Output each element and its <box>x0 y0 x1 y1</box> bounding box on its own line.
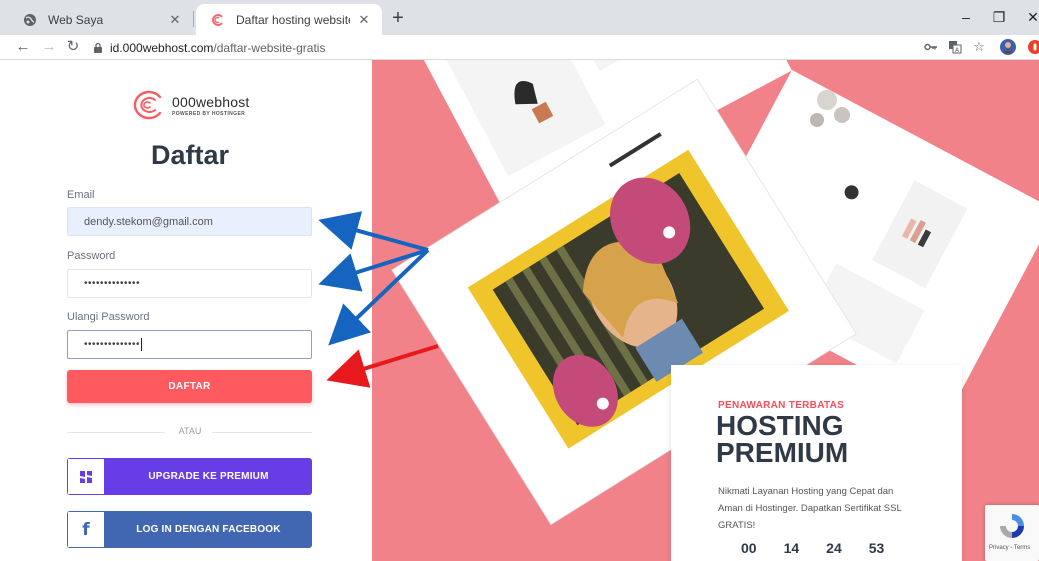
000webhost-favicon-icon <box>210 12 226 28</box>
reload-button[interactable]: ↻ <box>64 37 82 57</box>
tab-title: Web Saya <box>48 12 104 27</box>
password-value: •••••••••••••• <box>84 278 141 289</box>
repeat-password-value: •••••••••••••• <box>84 339 141 350</box>
tab-strip: Web Saya ✕ Daftar hosting website gratis… <box>0 0 1039 35</box>
close-window-icon[interactable]: ✕ <box>1024 9 1039 26</box>
divider-line-left <box>67 432 165 433</box>
minimize-icon[interactable]: – <box>957 9 975 25</box>
recaptcha-badge[interactable]: Privacy - Terms <box>985 505 1039 561</box>
forward-button[interactable]: → <box>40 37 58 57</box>
email-label: Email <box>67 189 95 201</box>
tab-separator <box>193 11 194 27</box>
countdown-timer: 00 14 24 53 <box>741 540 884 556</box>
lock-icon <box>92 42 104 54</box>
countdown-minutes: 24 <box>826 540 842 556</box>
url-host: id.000webhost.com <box>110 40 214 55</box>
brand-logo[interactable]: 000webhost POWERED BY HOSTINGER <box>130 90 250 120</box>
restore-icon[interactable]: ❐ <box>990 9 1008 26</box>
facebook-login-button[interactable]: f LOG IN DENGAN FACEBOOK <box>67 511 312 548</box>
tab-title: Daftar hosting website gratis sek <box>236 12 350 27</box>
browser-toolbar: ← → ↻ id.000webhost.com/daftar-website-g… <box>0 35 1039 60</box>
repeat-password-label: Ulangi Password <box>67 311 150 323</box>
extension-icon[interactable] <box>1026 38 1039 56</box>
promo-description: Nikmati Layanan Hosting yang Cepat dan A… <box>718 486 902 531</box>
000webhost-logo-icon <box>133 90 162 120</box>
promo-title-line1: HOSTING <box>716 410 844 441</box>
bookmark-star-icon[interactable]: ☆ <box>970 38 988 56</box>
page-title: Daftar <box>150 140 230 170</box>
back-button[interactable]: ← <box>14 37 32 57</box>
countdown-days: 00 <box>741 540 757 556</box>
email-value: dendy.stekom@gmail.com <box>84 215 213 228</box>
brand-tagline: POWERED BY HOSTINGER <box>172 110 246 117</box>
profile-avatar[interactable] <box>999 38 1017 56</box>
page-content: 000webhost POWERED BY HOSTINGER Daftar E… <box>0 60 1039 561</box>
facebook-icon: f <box>67 511 105 548</box>
tab-daftar-hosting[interactable]: Daftar hosting website gratis sek ✕ <box>196 4 382 35</box>
recaptcha-links[interactable]: Privacy - Terms <box>989 545 1030 551</box>
signup-panel: 000webhost POWERED BY HOSTINGER Daftar E… <box>0 60 372 561</box>
daftar-button[interactable]: DAFTAR <box>67 370 312 403</box>
upgrade-premium-button[interactable]: UPGRADE KE PREMIUM <box>67 458 312 495</box>
facebook-login-label: LOG IN DENGAN FACEBOOK <box>136 524 281 535</box>
close-tab-icon[interactable]: ✕ <box>356 12 372 28</box>
brand-name: 000webhost <box>172 93 250 110</box>
countdown-seconds: 53 <box>868 540 885 556</box>
hostinger-icon <box>67 458 105 495</box>
countdown-hours: 14 <box>783 540 800 556</box>
globe-icon <box>22 12 38 28</box>
text-caret <box>141 338 143 351</box>
upgrade-premium-label: UPGRADE KE PREMIUM <box>148 471 269 482</box>
email-field[interactable]: dendy.stekom@gmail.com <box>67 207 312 236</box>
promo-card[interactable]: PENAWARAN TERBATAS HOSTING PREMIUM Nikma… <box>671 365 962 561</box>
password-field[interactable]: •••••••••••••• <box>67 269 312 298</box>
close-tab-icon[interactable]: ✕ <box>167 12 183 28</box>
tab-web-saya[interactable]: Web Saya ✕ <box>8 4 193 35</box>
recaptcha-icon <box>1000 514 1024 538</box>
promo-title: HOSTING PREMIUM <box>716 410 849 468</box>
new-tab-button[interactable]: + <box>388 8 408 28</box>
divider-text: ATAU <box>178 426 202 436</box>
address-bar[interactable]: id.000webhost.com/daftar-website-gratis <box>92 37 912 58</box>
url-path: /daftar-website-gratis <box>213 40 326 55</box>
repeat-password-field[interactable]: •••••••••••••• <box>67 330 312 359</box>
divider-line-right <box>212 432 312 433</box>
key-icon[interactable] <box>922 38 940 56</box>
promo-title-line2: PREMIUM <box>716 437 849 468</box>
password-label: Password <box>67 250 116 262</box>
translate-icon[interactable]: A <box>946 38 964 56</box>
